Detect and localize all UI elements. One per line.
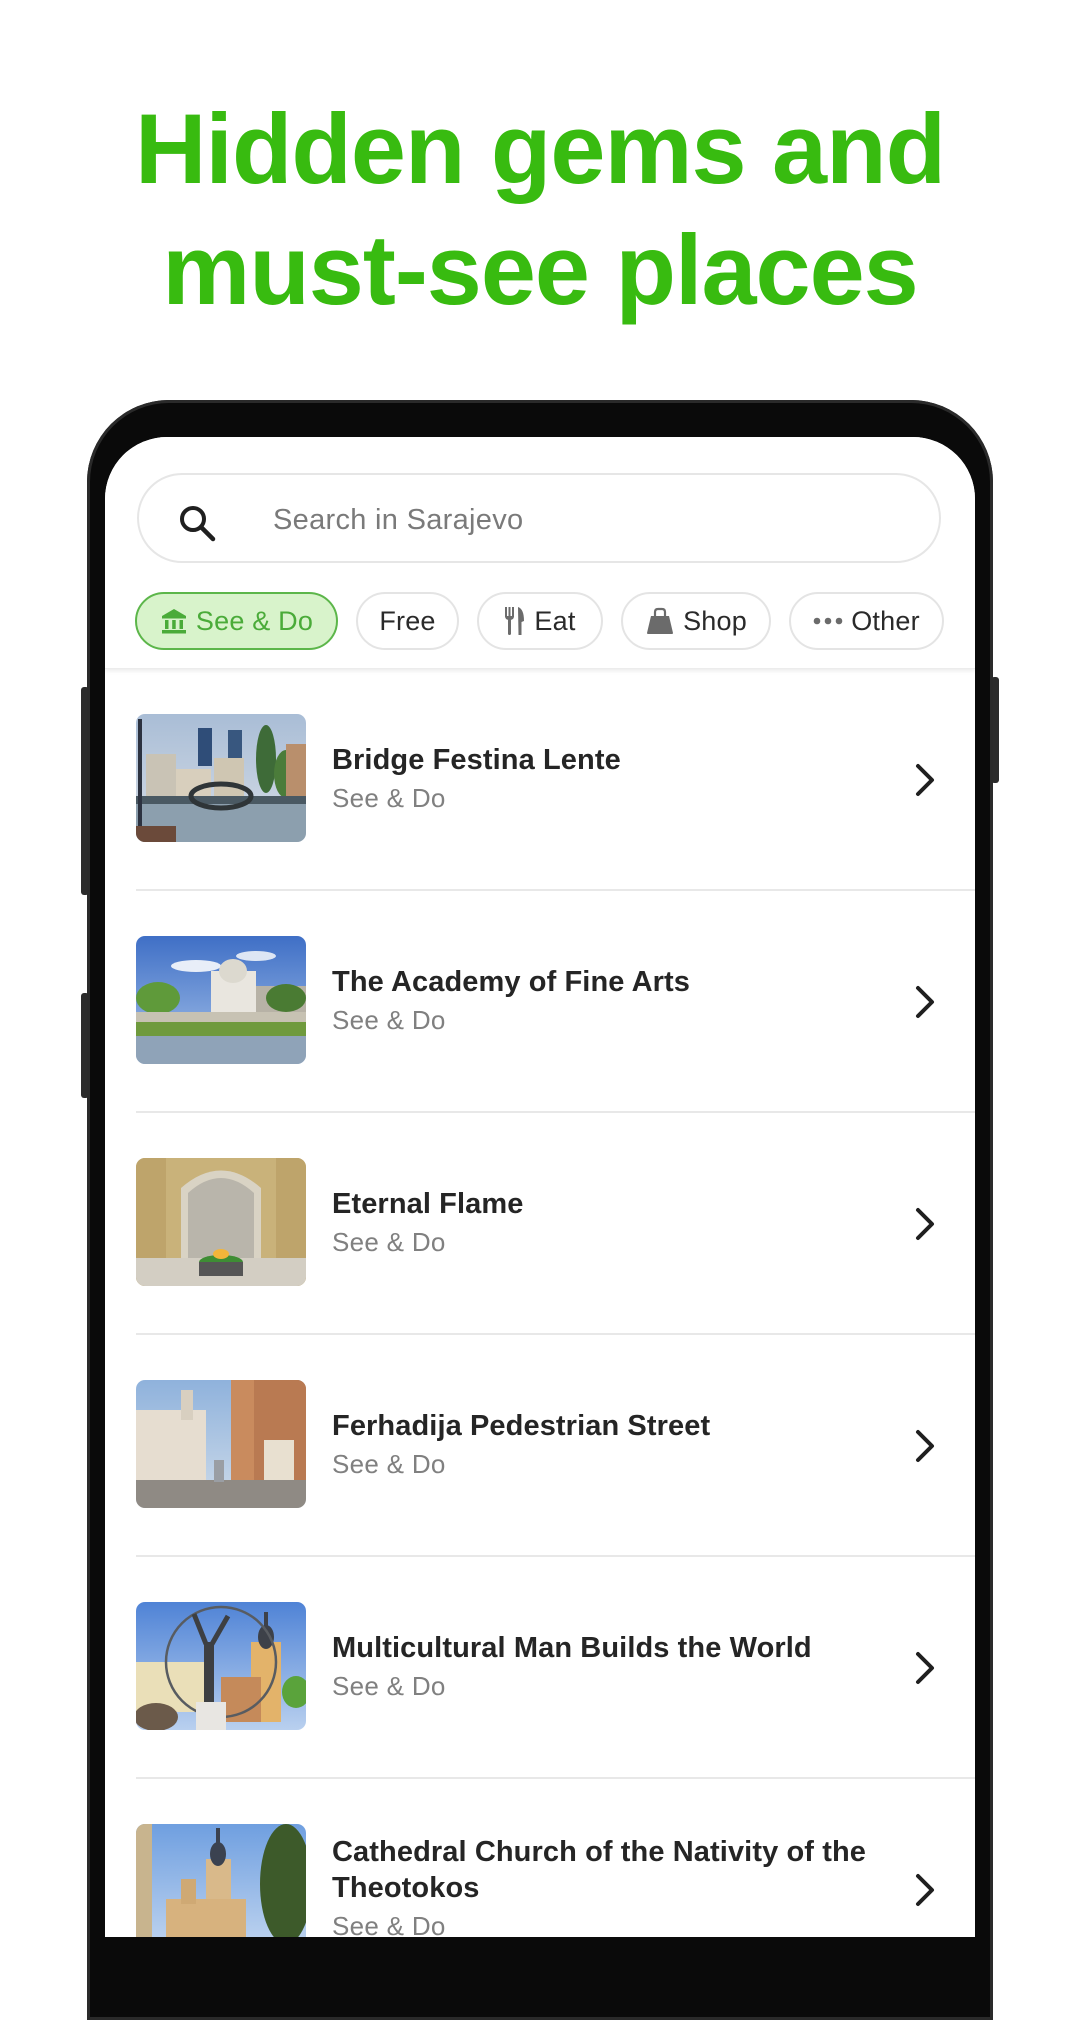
search-input[interactable]: Search in Sarajevo: [137, 473, 941, 563]
shopping-bag-icon: [647, 607, 674, 634]
list-item[interactable]: Multicultural Man Builds the World See &…: [136, 1557, 975, 1779]
place-category: See & Do: [332, 1449, 446, 1479]
filter-chip-free[interactable]: Free: [356, 592, 459, 650]
chevron-right-icon: [916, 1208, 934, 1240]
more-dots-icon: [813, 617, 843, 625]
list-item[interactable]: Eternal Flame See & Do: [136, 1113, 975, 1335]
chevron-right-icon: [916, 1652, 934, 1684]
place-category: See & Do: [332, 1227, 446, 1257]
place-info: The Academy of Fine Arts See & Do: [332, 891, 872, 1111]
place-thumbnail: [136, 1380, 306, 1508]
chevron-right-icon: [916, 1874, 934, 1906]
place-category: See & Do: [332, 1911, 446, 1937]
search-placeholder: Search in Sarajevo: [273, 504, 524, 536]
chevron-right-icon: [916, 1430, 934, 1462]
headline-line-1: Hidden gems and: [134, 93, 946, 204]
place-category: See & Do: [332, 783, 446, 813]
place-thumbnail: [136, 1158, 306, 1286]
filter-chip-label: See & Do: [195, 605, 314, 636]
filter-chip-shop[interactable]: Shop: [621, 592, 771, 650]
filter-chip-label: Shop: [683, 605, 747, 636]
place-title: Eternal Flame: [332, 1188, 524, 1220]
filter-chip-label: Free: [379, 605, 436, 636]
phone-screen: Search in Sarajevo See & Do Free Eat Sho…: [105, 437, 975, 1937]
list-item[interactable]: Cathedral Church of the Nativity of the …: [136, 1779, 975, 1937]
museum-icon: [161, 609, 186, 634]
category-filter-bar: See & Do Free Eat Shop Other: [105, 592, 975, 650]
place-thumbnail: [136, 936, 306, 1064]
filter-chip-eat[interactable]: Eat: [477, 592, 603, 650]
place-info: Bridge Festina Lente See & Do: [332, 669, 872, 889]
filter-chip-other[interactable]: Other: [789, 592, 944, 650]
filter-chip-label: Eat: [534, 605, 576, 636]
place-category: See & Do: [332, 1005, 446, 1035]
chevron-right-icon: [916, 764, 934, 796]
place-info: Multicultural Man Builds the World See &…: [332, 1557, 872, 1777]
place-title: The Academy of Fine Arts: [332, 966, 690, 998]
list-item[interactable]: Ferhadija Pedestrian Street See & Do: [136, 1335, 975, 1557]
chevron-right-icon: [916, 986, 934, 1018]
headline-line-2: must-see places: [162, 214, 918, 325]
filter-chip-label: Other: [851, 605, 920, 636]
place-title: Bridge Festina Lente: [332, 744, 621, 776]
place-thumbnail: [136, 1602, 306, 1730]
promo-headline: Hidden gems and must-see places: [0, 88, 1080, 330]
search-header: Search in Sarajevo See & Do Free Eat Sho…: [105, 437, 975, 669]
place-title: Multicultural Man Builds the World: [332, 1632, 812, 1664]
place-info: Ferhadija Pedestrian Street See & Do: [332, 1335, 872, 1555]
place-info: Eternal Flame See & Do: [332, 1113, 872, 1333]
list-item[interactable]: The Academy of Fine Arts See & Do: [136, 891, 975, 1113]
fork-knife-icon: [505, 607, 525, 635]
search-icon: [180, 506, 216, 542]
place-title: Ferhadija Pedestrian Street: [332, 1410, 711, 1442]
place-title: Cathedral Church of the Nativity of the …: [332, 1836, 866, 1904]
filter-chip-see-and-do[interactable]: See & Do: [135, 592, 338, 650]
place-thumbnail: [136, 1824, 306, 1937]
place-category: See & Do: [332, 1671, 446, 1701]
place-info: Cathedral Church of the Nativity of the …: [332, 1779, 872, 1937]
places-list: Bridge Festina Lente See & Do The Academ…: [105, 669, 975, 1937]
place-thumbnail: [136, 714, 306, 842]
list-item[interactable]: Bridge Festina Lente See & Do: [136, 669, 975, 891]
